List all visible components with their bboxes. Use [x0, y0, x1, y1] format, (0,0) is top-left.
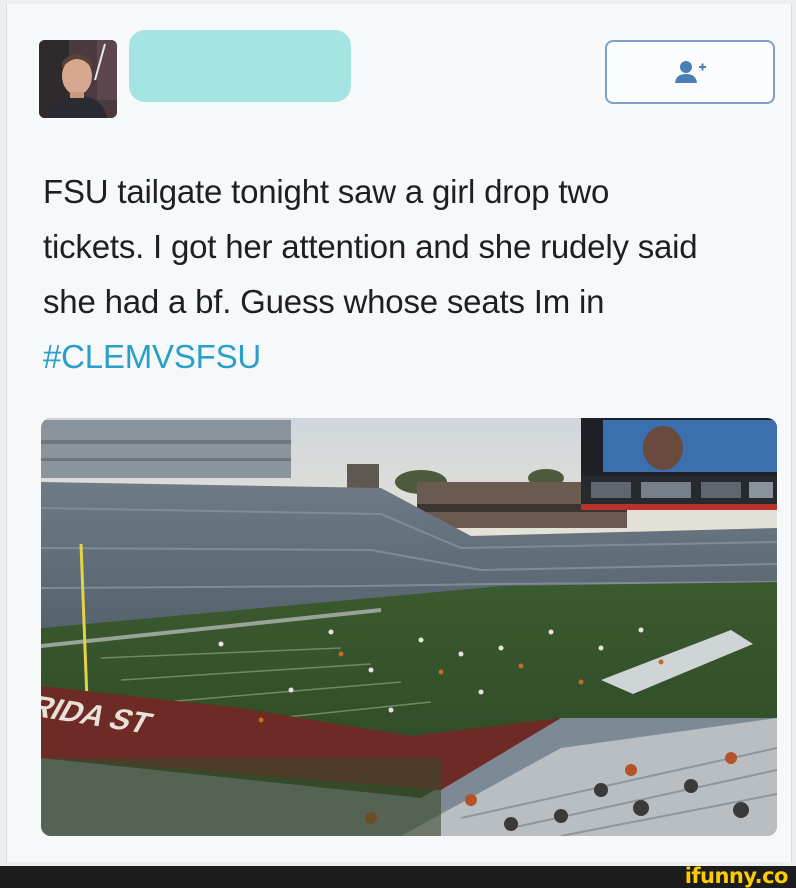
stadium-photo[interactable]: FLORIDA ST: [41, 418, 777, 836]
ifunny-watermark[interactable]: ifunny.co: [685, 864, 789, 888]
username-redaction: [129, 30, 351, 102]
add-user-icon: [675, 61, 706, 83]
tweet-text: FSU tailgate tonight saw a girl drop two…: [43, 164, 773, 384]
avatar[interactable]: [39, 40, 117, 118]
follow-button[interactable]: [605, 40, 775, 104]
stadium-illustration: FLORIDA ST: [41, 418, 777, 836]
avatar-photo: [39, 40, 117, 118]
watermark-bar: ifunny.co: [0, 864, 796, 888]
tweet-card: FSU tailgate tonight saw a girl drop two…: [6, 4, 792, 862]
tweet-text-line: FSU tailgate tonight saw a girl drop two: [43, 173, 610, 210]
hashtag-link[interactable]: #CLEMVSFSU: [43, 329, 773, 384]
tweet-text-line: tickets. I got her attention and she rud…: [43, 228, 698, 265]
tweet-text-line: she had a bf. Guess whose seats Im in: [43, 283, 605, 320]
